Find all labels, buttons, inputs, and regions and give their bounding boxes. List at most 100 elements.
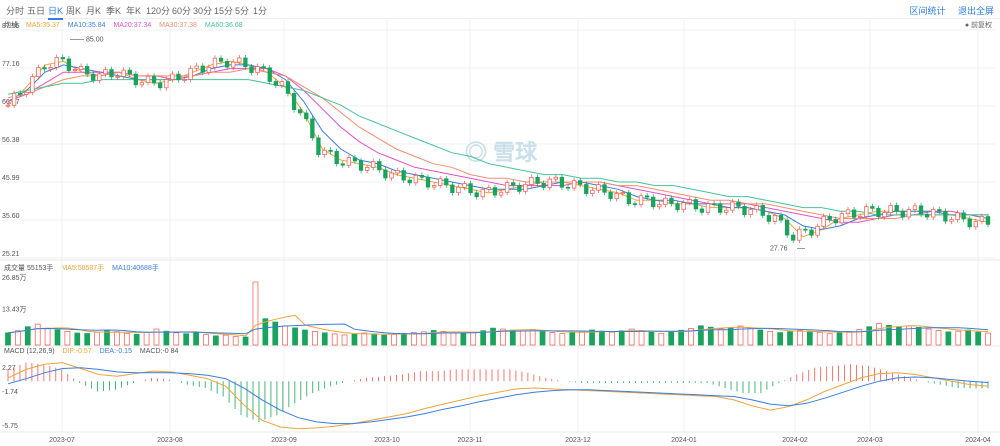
candle-body: [797, 228, 802, 241]
volume-bar: [64, 331, 71, 346]
x-tick-label: 2023-12: [565, 437, 591, 444]
candle-body: [468, 183, 473, 194]
candle-body: [66, 58, 72, 71]
candle-body: [730, 201, 735, 211]
candle-body: [839, 213, 845, 224]
candle-body: [377, 161, 382, 171]
stock-chart[interactable]: 87.5577.1666.7756.3845.9935.6025.21◎ 雪球8…: [0, 0, 1000, 446]
candle-body: [231, 61, 236, 68]
candle-body: [644, 195, 650, 198]
volume-bar: [104, 330, 110, 346]
candle-body: [523, 184, 528, 192]
volume-bar: [74, 332, 81, 346]
volume-bar: [965, 329, 972, 346]
volume-bar: [371, 333, 378, 346]
candle-body: [224, 61, 230, 68]
candle-body: [693, 199, 698, 210]
x-tick-label: 2023-11: [457, 437, 482, 444]
volume-bar: [787, 331, 793, 346]
candle-body: [675, 203, 680, 211]
candle-body: [139, 82, 145, 86]
volume-bar: [5, 332, 11, 346]
low-annotation-label: 27.76: [770, 246, 788, 253]
candle-body: [906, 209, 912, 218]
candle-body: [602, 184, 607, 193]
candle-body: [943, 210, 948, 222]
candle-body: [401, 170, 406, 181]
volume-bar: [569, 332, 576, 346]
volume-bar: [618, 330, 625, 346]
volume-bar: [401, 333, 407, 346]
candle-body: [103, 69, 108, 75]
candle-body: [663, 197, 668, 205]
candle-body: [620, 192, 625, 194]
volume-bar: [203, 334, 209, 346]
price-tick-label: 45.99: [2, 175, 20, 182]
volume-bar: [826, 333, 833, 346]
candle-body: [438, 178, 443, 186]
volume-bar: [727, 327, 734, 346]
candle-body: [480, 189, 485, 198]
candle-body: [170, 73, 175, 80]
candle-body: [127, 69, 132, 75]
candle-body: [614, 192, 619, 199]
candle-body: [194, 65, 199, 69]
volume-bar: [252, 281, 259, 346]
candle-body: [772, 215, 778, 222]
volume-bar: [975, 331, 981, 346]
candle-body: [78, 66, 84, 70]
candle-body: [243, 57, 248, 68]
volume-bar: [321, 332, 328, 346]
candle-body: [553, 176, 558, 180]
candle-body: [748, 209, 753, 215]
volume-bar: [242, 336, 249, 346]
candle-body: [395, 170, 400, 174]
candle-body: [304, 112, 309, 120]
candle-body: [237, 57, 242, 63]
volume-bar: [15, 330, 21, 346]
candle-body: [657, 204, 662, 208]
candle-body: [851, 209, 857, 218]
volume-bar: [698, 325, 704, 346]
candle-body: [578, 180, 583, 185]
volume-bar: [490, 327, 496, 346]
candle-body: [827, 215, 832, 220]
candle-body: [48, 66, 53, 70]
candle-body: [249, 66, 254, 73]
volume-bar: [678, 329, 684, 346]
candle-body: [310, 118, 315, 139]
candle-body: [845, 209, 851, 215]
volume-bar: [935, 330, 942, 346]
candle-body: [687, 199, 692, 204]
price-tick-label: 35.60: [2, 213, 20, 220]
candle-body: [200, 65, 205, 73]
candle-body: [346, 157, 352, 166]
candle-body: [876, 208, 881, 218]
high-annotation-label: 85.00: [86, 36, 104, 43]
candle-body: [669, 197, 674, 204]
volume-bar: [94, 331, 100, 346]
candle-body: [912, 205, 918, 210]
volume-bar: [866, 326, 873, 346]
candle-body: [967, 218, 972, 228]
candle-body: [54, 57, 59, 68]
candle-body: [791, 234, 796, 241]
volume-bar: [381, 334, 388, 346]
candle-body: [212, 57, 218, 68]
volume-bar: [747, 328, 754, 346]
candle-body: [444, 178, 449, 186]
candle-body: [24, 91, 29, 95]
candle-body: [882, 212, 887, 218]
candle-body: [97, 73, 102, 81]
price-tick-label: 77.16: [2, 61, 20, 68]
volume-bar: [717, 328, 724, 346]
candle-body: [931, 209, 936, 218]
x-tick-label: 2023-07: [49, 437, 75, 444]
macd-tick-label: -5.75: [2, 423, 18, 430]
candle-body: [724, 209, 729, 213]
candle-body: [5, 104, 11, 107]
candle-body: [133, 73, 138, 86]
volume-bar: [816, 331, 823, 346]
candle-body: [705, 203, 711, 213]
volume-bar: [559, 333, 566, 346]
